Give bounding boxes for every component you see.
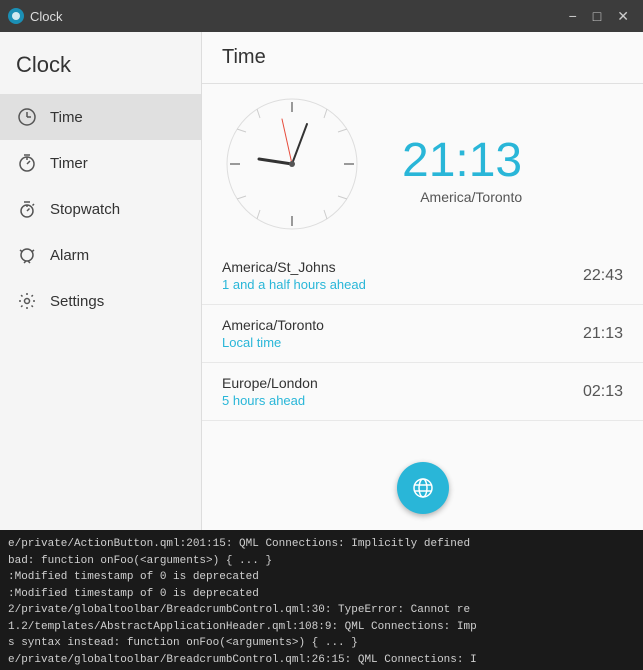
worldclock-item-2: Europe/London 5 hours ahead 02:13 (202, 363, 643, 421)
add-world-clock-button[interactable] (397, 462, 449, 514)
close-button[interactable]: ✕ (611, 6, 635, 27)
worldclock-name-0: America/St_Johns (222, 259, 366, 275)
sidebar-timer-label: Timer (50, 155, 88, 172)
worldclock-time-1: 21:13 (583, 325, 623, 343)
analog-clock (222, 94, 362, 239)
settings-icon (16, 290, 38, 312)
worldclock-time-0: 22:43 (583, 267, 623, 285)
globe-icon (411, 476, 435, 500)
content-header: Time (202, 32, 643, 84)
console-line-1: bad: function onFoo(<arguments>) { ... } (8, 553, 635, 570)
worldclock-item-0: America/St_Johns 1 and a half hours ahea… (202, 247, 643, 305)
sidebar-item-timer[interactable]: Timer (0, 140, 201, 186)
worldclock-desc-0: 1 and a half hours ahead (222, 277, 366, 292)
sidebar-settings-label: Settings (50, 293, 104, 310)
digital-display: 21:13 America/Toronto (402, 137, 522, 205)
titlebar-title: Clock (30, 9, 63, 24)
alarm-icon (16, 244, 38, 266)
sidebar-item-alarm[interactable]: Alarm (0, 232, 201, 278)
clock-icon (16, 106, 38, 128)
maximize-button[interactable]: □ (587, 6, 607, 27)
worldclock-name-2: Europe/London (222, 375, 318, 391)
app-title: Clock (0, 32, 201, 94)
minimize-button[interactable]: − (563, 6, 583, 27)
worldclock-info-1: America/Toronto Local time (222, 317, 324, 350)
worldclock-info-0: America/St_Johns 1 and a half hours ahea… (222, 259, 366, 292)
sidebar-stopwatch-label: Stopwatch (50, 201, 120, 218)
titlebar-controls: − □ ✕ (563, 6, 635, 27)
worldclock-time-2: 02:13 (583, 383, 623, 401)
worldclocks-list: America/St_Johns 1 and a half hours ahea… (202, 247, 643, 446)
worldclock-info-2: Europe/London 5 hours ahead (222, 375, 318, 408)
stopwatch-icon (16, 198, 38, 220)
sidebar-item-time[interactable]: Time (0, 94, 201, 140)
sidebar-item-stopwatch[interactable]: Stopwatch (0, 186, 201, 232)
sidebar-alarm-label: Alarm (50, 247, 89, 264)
console-line-7: e/private/globaltoolbar/BreadcrumbContro… (8, 652, 635, 669)
titlebar: Clock − □ ✕ (0, 0, 643, 32)
timer-icon (16, 152, 38, 174)
console-line-5: 1.2/templates/AbstractApplicationHeader.… (8, 619, 635, 636)
main-area: Clock Time (0, 32, 643, 530)
titlebar-left: Clock (8, 8, 63, 24)
digital-time: 21:13 (402, 137, 522, 185)
clock-display: 21:13 America/Toronto (202, 84, 643, 247)
console-area: e/private/ActionButton.qml:201:15: QML C… (0, 530, 643, 670)
window: Clock − □ ✕ Clock Time (0, 0, 643, 670)
worldclock-desc-1: Local time (222, 335, 324, 350)
console-line-6: s syntax instead: function onFoo(<argume… (8, 635, 635, 652)
sidebar-time-label: Time (50, 109, 83, 126)
console-line-4: 2/private/globaltoolbar/BreadcrumbContro… (8, 602, 635, 619)
app-icon (8, 8, 24, 24)
main-timezone: America/Toronto (420, 189, 522, 205)
worldclock-name-1: America/Toronto (222, 317, 324, 333)
worldclock-item-1: America/Toronto Local time 21:13 (202, 305, 643, 363)
add-button-area (202, 446, 643, 530)
sidebar: Clock Time (0, 32, 202, 530)
console-line-3: :Modified timestamp of 0 is deprecated (8, 586, 635, 603)
console-line-0: e/private/ActionButton.qml:201:15: QML C… (8, 536, 635, 553)
content-area: Time (202, 32, 643, 530)
sidebar-item-settings[interactable]: Settings (0, 278, 201, 324)
console-line-2: :Modified timestamp of 0 is deprecated (8, 569, 635, 586)
worldclock-desc-2: 5 hours ahead (222, 393, 318, 408)
